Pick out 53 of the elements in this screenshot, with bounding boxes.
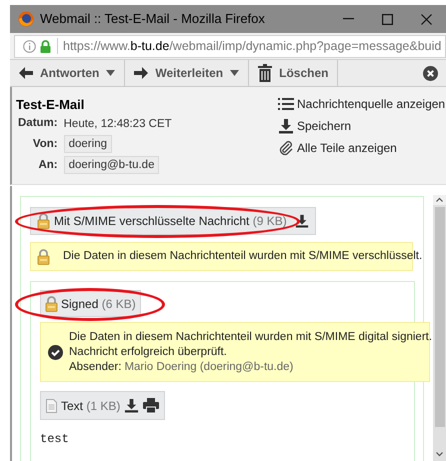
download-icon[interactable] [294, 214, 309, 228]
close-icon[interactable] [423, 66, 438, 80]
notice-text: Nachricht erfolgreich überprüft. [69, 344, 228, 360]
info-icon[interactable] [23, 40, 36, 52]
part-title: Text (1 KB) [61, 398, 120, 414]
padlock-icon [45, 296, 58, 312]
part-title: Signed (6 KB) [61, 296, 136, 312]
toolbar-button[interactable]: Weiterleiten [125, 60, 250, 86]
message-subject: Test-E-Mail [16, 96, 84, 114]
notice-text: Die Daten in diesem Nachrichtenteil wurden mit S/MIME verschlüsselt. [63, 248, 422, 264]
paperclip-icon [278, 140, 294, 156]
message-body: test [40, 431, 69, 448]
padlock-icon [37, 248, 50, 264]
printer-icon[interactable] [143, 398, 160, 413]
field-label: Datum: [18, 116, 58, 131]
address-bar[interactable]: https://www.b-tu.de/webmail/imp/dynamic.php?page=message&buid [14, 34, 446, 58]
arrow-right-icon [134, 67, 148, 79]
lock-icon[interactable] [40, 40, 51, 52]
date-value: Heute, 12:48:23 CET [64, 116, 172, 132]
sender-text: Mario Doering (doering@b-tu.de) [124, 360, 294, 374]
toolbar-button[interactable]: Löschen [249, 60, 338, 86]
arrow-left-icon [19, 67, 33, 79]
minimize-icon [343, 18, 354, 20]
part-header[interactable]: Text (1 KB) [40, 391, 166, 420]
scrollbar-thumb[interactable] [434, 207, 444, 427]
part-header[interactable]: Mit S/MIME verschlüsselte Nachricht (9 KB) [30, 207, 316, 235]
scrollbar[interactable] [433, 195, 446, 461]
field-label: Von: [32, 136, 58, 152]
list-icon [278, 97, 294, 111]
padlock-icon [37, 213, 50, 229]
close-icon [421, 14, 432, 24]
scroll-up-icon[interactable] [433, 195, 446, 205]
header-action-link[interactable]: Nachrichtenquelle anzeigen [278, 95, 446, 113]
toolbar-button[interactable]: Antworten [10, 60, 126, 86]
address-chip[interactable]: doering@b-tu.de [64, 156, 160, 174]
download-icon[interactable] [124, 398, 140, 413]
address-chip[interactable]: doering [64, 135, 112, 154]
trash-icon [258, 64, 272, 82]
header-action-link[interactable]: Alle Teile anzeigen [278, 139, 446, 157]
maximize-icon [382, 14, 393, 24]
header-action-link[interactable]: Speichern [278, 117, 446, 135]
sender-label: Absender: [69, 360, 122, 374]
part-title: Mit S/MIME verschlüsselte Nachricht (9 KB) [54, 213, 287, 230]
notice-text: Die Daten in diesem Nachrichtenteil wurden mit S/MIME digital signiert. [69, 330, 432, 344]
browser-logo-icon [18, 11, 34, 27]
document-icon [46, 398, 57, 412]
window-title: Webmail :: Test-E-Mail - Mozilla Firefox [40, 10, 265, 28]
part-header[interactable]: Signed (6 KB) [40, 290, 141, 317]
scroll-down-icon[interactable] [433, 449, 446, 459]
url-text: https://www.b-tu.de/webmail/imp/dynamic.php?page=message&buid [63, 38, 442, 55]
download-icon [278, 118, 294, 134]
checkmark-icon [48, 344, 63, 360]
field-label: An: [37, 158, 58, 173]
